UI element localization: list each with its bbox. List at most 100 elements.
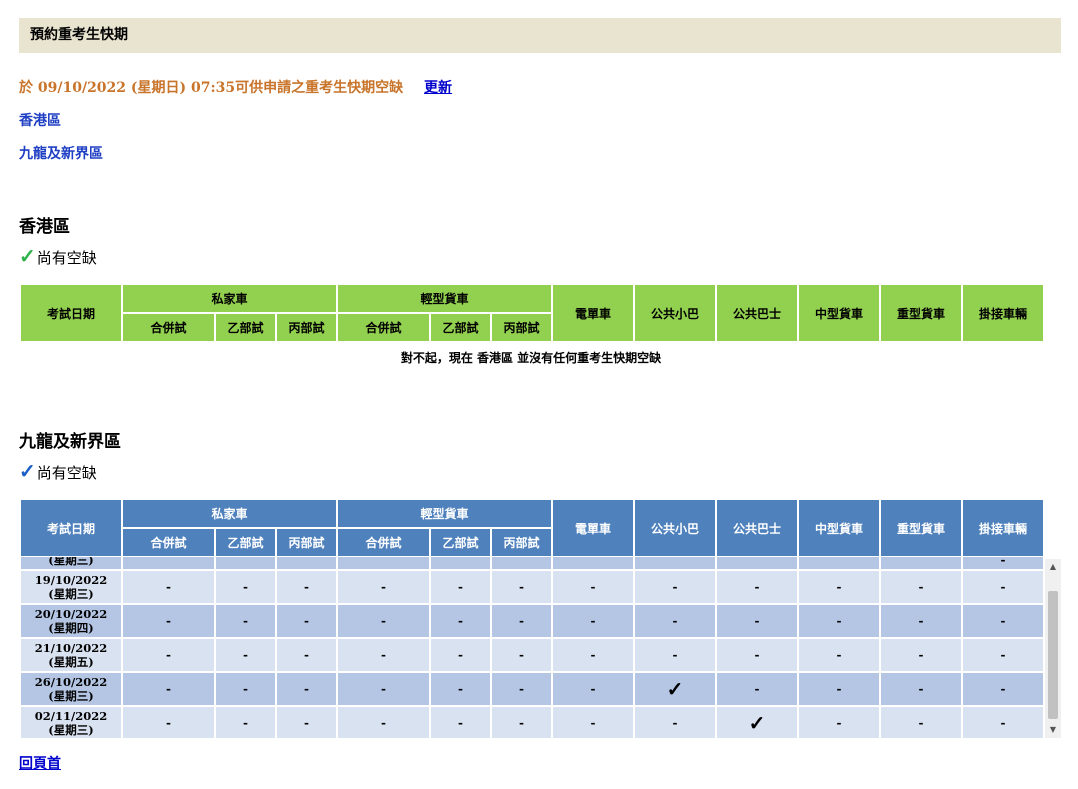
- slot-cell: -: [961, 569, 1045, 605]
- header-public-bus: 公共巴士: [715, 283, 799, 343]
- header-part-c: 丙部試: [275, 527, 338, 558]
- slot-cell: -: [879, 637, 963, 673]
- slot-cell: -: [490, 671, 553, 707]
- exam-weekday: (星期五): [48, 655, 94, 669]
- header-part-c: 丙部試: [490, 312, 553, 343]
- slot-cell: -: [961, 557, 1045, 571]
- available-check-icon[interactable]: ✓: [715, 705, 799, 738]
- exam-date-cell: 26/10/2022 (星期三): [19, 671, 123, 707]
- slot-cell: -: [879, 603, 963, 639]
- slot-cell: -: [214, 637, 277, 673]
- kl-slots-scroll-area[interactable]: (星期三) -19/10/2022 (星期三) - - - - - - - - - - - -20/10/2…: [19, 557, 1061, 738]
- slot-cell: -: [961, 671, 1045, 707]
- header-public-light-bus: 公共小巴: [633, 498, 717, 558]
- exam-weekday: (星期四): [48, 621, 94, 635]
- available-check-icon[interactable]: ✓: [633, 671, 717, 707]
- back-to-top-link[interactable]: 回頁首: [19, 753, 61, 773]
- vertical-scrollbar[interactable]: ▲ ▼: [1045, 559, 1061, 738]
- slot-cell: -: [429, 603, 492, 639]
- slot-cell: -: [633, 569, 717, 605]
- slot-cell: -: [275, 569, 338, 605]
- scroll-down-arrow-icon[interactable]: ▼: [1045, 722, 1061, 738]
- slot-cell: -: [490, 569, 553, 605]
- exam-date: 20/10/2022: [34, 607, 108, 621]
- slot-cell: -: [336, 705, 431, 738]
- exam-weekday: (星期三): [48, 587, 94, 601]
- check-icon: ✓: [19, 459, 36, 483]
- update-line: 於 09/10/2022 (星期日) 07:35可供申請之重考生快期空缺 更新: [19, 77, 452, 97]
- slot-cell: -: [797, 569, 881, 605]
- header-heavy-goods: 重型貨車: [879, 283, 963, 343]
- slot-cell: -: [797, 637, 881, 673]
- slot-cell: -: [275, 705, 338, 738]
- table-row: (星期三) -: [19, 557, 1045, 571]
- availability-note-hk: ✓尚有空缺: [19, 244, 97, 268]
- update-text: 於 09/10/2022 (星期日) 07:35可供申請之重考生快期空缺: [19, 80, 404, 96]
- slot-cell: [490, 557, 553, 571]
- section-title-hk: 香港區: [19, 217, 70, 237]
- slot-cell: -: [429, 637, 492, 673]
- check-icon: ✓: [19, 244, 36, 268]
- page-title: 預約重考生快期: [19, 18, 1061, 53]
- exam-date-cell: 02/11/2022 (星期三): [19, 705, 123, 738]
- slot-cell: -: [633, 603, 717, 639]
- slot-cell: [797, 557, 881, 571]
- slot-cell: -: [336, 671, 431, 707]
- slot-cell: -: [490, 637, 553, 673]
- availability-text: 尚有空缺: [36, 249, 97, 267]
- table-row: 26/10/2022 (星期三) - - - - - - - ✓ - - - -: [19, 671, 1045, 707]
- slot-cell: -: [490, 705, 553, 738]
- slot-cell: [121, 557, 216, 571]
- slot-cell: -: [551, 671, 635, 707]
- header-combined: 合併試: [336, 312, 431, 343]
- header-part-b: 乙部試: [214, 527, 277, 558]
- slot-cell: -: [715, 603, 799, 639]
- slot-cell: -: [336, 637, 431, 673]
- slot-cell: [715, 557, 799, 571]
- table-row: 21/10/2022 (星期五) - - - - - - - - - - - -: [19, 637, 1045, 673]
- header-date: 考試日期: [19, 283, 123, 343]
- scroll-up-arrow-icon[interactable]: ▲: [1045, 559, 1061, 575]
- slot-cell: -: [879, 705, 963, 738]
- slot-cell: -: [121, 569, 216, 605]
- slot-cell: -: [715, 637, 799, 673]
- slot-cell: -: [275, 603, 338, 639]
- slot-cell: -: [214, 603, 277, 639]
- slot-cell: -: [879, 569, 963, 605]
- header-heavy-goods: 重型貨車: [879, 498, 963, 558]
- scrollbar-thumb[interactable]: [1048, 591, 1058, 719]
- header-combined: 合併試: [121, 312, 216, 343]
- slot-cell: -: [797, 603, 881, 639]
- slot-cell: -: [429, 569, 492, 605]
- slot-cell: -: [633, 637, 717, 673]
- nav-link-hk[interactable]: 香港區: [19, 110, 61, 130]
- table-row: 02/11/2022 (星期三) - - - - - - - - ✓ - - -: [19, 705, 1045, 738]
- header-motorcycle: 電單車: [551, 283, 635, 343]
- section-title-kl: 九龍及新界區: [19, 432, 121, 452]
- slot-cell: [551, 557, 635, 571]
- header-light-goods: 輕型貨車: [336, 498, 553, 529]
- table-row: 20/10/2022 (星期四) - - - - - - - - - - - -: [19, 603, 1045, 639]
- exam-weekday: (星期三): [48, 723, 94, 737]
- header-medium-goods: 中型貨車: [797, 283, 881, 343]
- slot-cell: -: [797, 705, 881, 738]
- header-date: 考試日期: [19, 498, 123, 558]
- slot-cell: [214, 557, 277, 571]
- slot-cell: -: [429, 705, 492, 738]
- refresh-link[interactable]: 更新: [424, 80, 452, 96]
- header-part-c: 丙部試: [490, 527, 553, 558]
- slot-cell: -: [121, 637, 216, 673]
- slot-cell: -: [121, 671, 216, 707]
- header-public-light-bus: 公共小巴: [633, 283, 717, 343]
- slot-cell: -: [214, 705, 277, 738]
- availability-text: 尚有空缺: [36, 464, 97, 482]
- availability-note-kl: ✓尚有空缺: [19, 459, 97, 483]
- slot-cell: -: [336, 569, 431, 605]
- slot-cell: -: [490, 603, 553, 639]
- slot-cell: -: [551, 705, 635, 738]
- hk-slots-table: 考試日期 私家車 輕型貨車 電單車 公共小巴 公共巴士 中型貨車 重型貨車 掛接…: [19, 283, 1045, 343]
- nav-link-kl[interactable]: 九龍及新界區: [19, 143, 103, 163]
- exam-date: 26/10/2022: [34, 675, 108, 689]
- slot-cell: -: [551, 569, 635, 605]
- slot-cell: -: [551, 637, 635, 673]
